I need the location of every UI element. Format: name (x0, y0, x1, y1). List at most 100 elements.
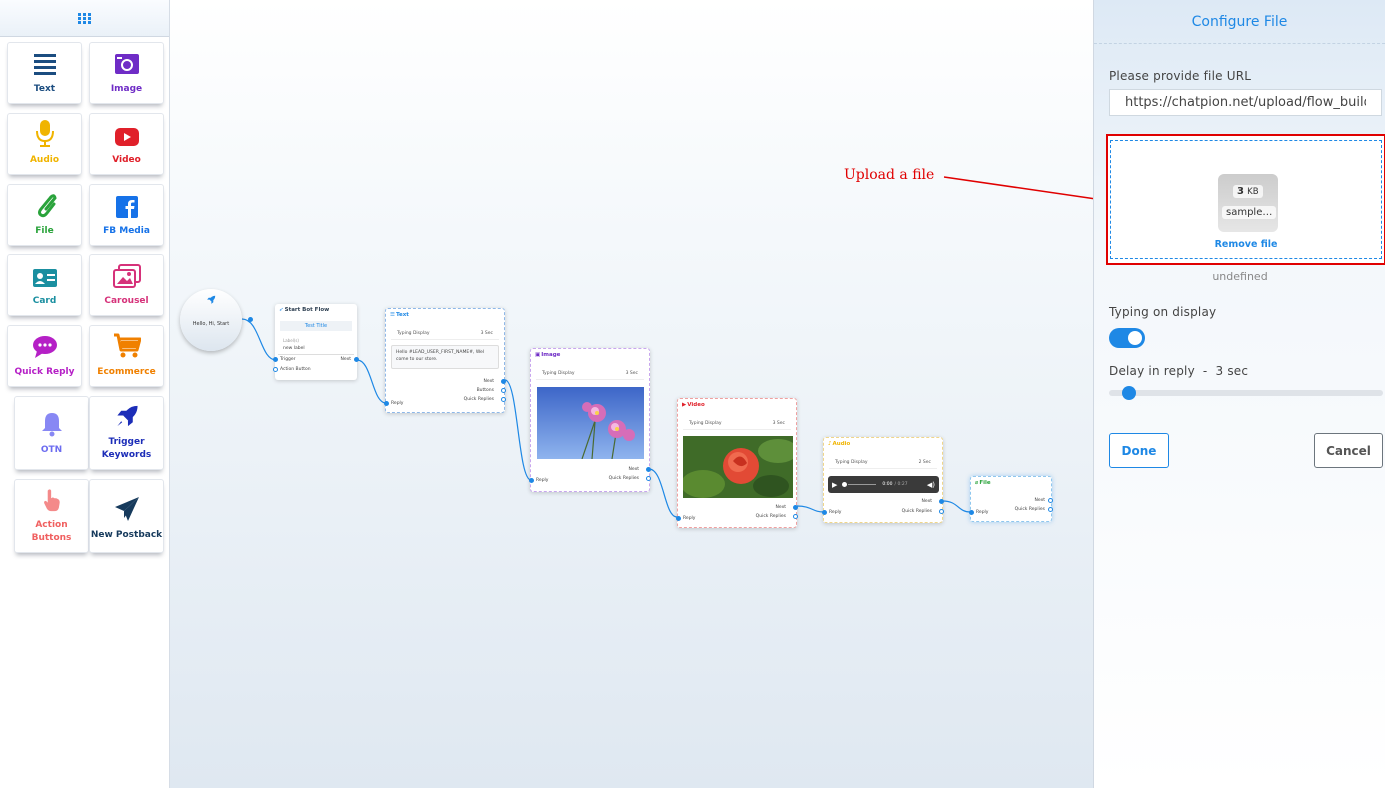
tool-card[interactable]: Card (7, 254, 82, 316)
file-url-input[interactable] (1109, 89, 1382, 116)
node-title: ☰ Text (390, 312, 409, 318)
tool-action-buttons[interactable]: Action Buttons (14, 479, 89, 553)
start-node-label: Hello, Hi, Start (192, 321, 230, 327)
node-title: ♪ Audio (828, 441, 851, 447)
reply-label: Reply (391, 401, 404, 406)
tool-text[interactable]: Text (7, 42, 82, 104)
tool-video[interactable]: Video (89, 113, 164, 175)
tool-label: FB Media (103, 226, 150, 236)
seek-knob[interactable] (842, 482, 848, 487)
tool-ecommerce[interactable]: Ecommerce (89, 325, 164, 387)
audio-node[interactable]: ♪ Audio Typing Display 2 Sec ▶ 0:00 / 0:27… (822, 437, 944, 523)
quick-replies-port[interactable] (646, 476, 651, 481)
file-upload-dropzone[interactable]: 3 KB sample… Remove file (1106, 134, 1385, 265)
id-card-icon (32, 269, 57, 287)
typing-display-row: Typing Display 3 Sec (391, 328, 499, 340)
sidebar-header[interactable] (0, 0, 169, 37)
text-node[interactable]: ☰ Text Typing Display 3 Sec Hello #LEAD_US… (384, 308, 506, 413)
tool-carousel[interactable]: Carousel (89, 254, 164, 316)
paperclip-icon (37, 194, 57, 218)
reply-port[interactable] (822, 510, 827, 515)
flow-canvas[interactable]: Hello, Hi, Start ➶ Start Bot Flow Test Ti… (170, 0, 1093, 788)
facebook-icon (115, 196, 138, 218)
quick-replies-port[interactable] (939, 509, 944, 514)
tool-file[interactable]: File (7, 184, 82, 246)
next-label: Next (1034, 498, 1045, 503)
image-node[interactable]: ▣ Image Typing Display 3 Sec Next Quick Re… (529, 348, 651, 492)
start-output-port[interactable] (248, 317, 253, 322)
tool-label: Image (110, 84, 143, 94)
reply-port[interactable] (676, 516, 681, 521)
tool-fb-media[interactable]: FB Media (89, 184, 164, 246)
typing-label: Typing on display (1109, 305, 1217, 319)
remove-file-link[interactable]: Remove file (1111, 239, 1381, 250)
node-title: ➶ Start Bot Flow (279, 307, 330, 313)
next-port[interactable] (939, 499, 944, 504)
start-bot-flow-node[interactable]: ➶ Start Bot Flow Test Title Label(s) new … (273, 304, 359, 380)
microphone-icon (35, 120, 54, 147)
next-port[interactable] (646, 467, 651, 472)
typing-toggle[interactable] (1109, 328, 1145, 348)
trigger-port[interactable] (273, 357, 278, 362)
reply-label: Reply (536, 478, 549, 483)
reply-port[interactable] (969, 510, 974, 515)
quick-replies-port[interactable] (501, 397, 506, 402)
reply-port[interactable] (529, 478, 534, 483)
buttons-port[interactable] (501, 388, 506, 393)
tool-image[interactable]: Image (89, 42, 164, 104)
quick-replies-label: Quick Replies (608, 476, 639, 481)
tool-label: Text (33, 84, 56, 94)
label-caption: Label(s) (283, 338, 299, 343)
camera-icon (114, 54, 139, 74)
next-label: Next (628, 467, 639, 472)
tool-otn[interactable]: OTN (14, 396, 89, 470)
next-port[interactable] (1048, 498, 1053, 503)
tool-quick-reply[interactable]: Quick Reply (7, 325, 82, 387)
text-lines-icon (33, 54, 56, 75)
tool-trigger-keywords[interactable]: Trigger Keywords (89, 396, 164, 470)
video-node[interactable]: ▶ Video Typing Display 3 Sec Next Quick Re… (676, 398, 798, 528)
current-time: 0:00 (882, 482, 893, 487)
flow-builder-app: Text Image Audio Video File FB Media Car… (0, 0, 1385, 788)
shopping-cart-icon (113, 333, 141, 358)
tool-label: Quick Reply (14, 367, 75, 377)
chat-bubble-icon (32, 336, 57, 358)
trigger-label: Trigger (280, 357, 296, 362)
play-icon[interactable]: ▶ (832, 481, 837, 489)
next-port[interactable] (354, 357, 359, 362)
start-node[interactable]: Hello, Hi, Start (180, 289, 253, 351)
quick-replies-port[interactable] (793, 514, 798, 519)
tool-label: Video (112, 155, 141, 165)
tool-label: New Postback (90, 530, 163, 540)
divider (278, 354, 354, 355)
file-size: 3 KB (1233, 185, 1263, 198)
tool-new-postback[interactable]: New Postback (89, 479, 164, 553)
test-title: Test Title (280, 321, 352, 331)
done-button[interactable]: Done (1109, 433, 1169, 468)
next-port[interactable] (793, 505, 798, 510)
cancel-button[interactable]: Cancel (1314, 433, 1383, 468)
tool-label: Action Buttons (31, 520, 72, 543)
volume-icon[interactable]: ◀) (927, 481, 935, 489)
typing-display-row: Typing Display 3 Sec (683, 418, 791, 430)
tool-label: Ecommerce (97, 367, 156, 377)
file-url-label: Please provide file URL (1109, 69, 1252, 83)
file-node[interactable]: ⌀ File Next Quick Replies Reply (969, 476, 1053, 522)
delay-slider-handle[interactable] (1122, 386, 1136, 400)
pointer-hand-icon (43, 489, 60, 512)
action-button-port[interactable] (273, 367, 278, 372)
next-port[interactable] (501, 379, 506, 384)
next-label: Next (483, 379, 494, 384)
reply-port[interactable] (384, 401, 389, 406)
delay-slider-track[interactable] (1109, 390, 1383, 396)
audio-player[interactable]: ▶ 0:00 / 0:27 ◀) (828, 476, 939, 493)
seek-bar[interactable] (848, 483, 877, 486)
quick-replies-port[interactable] (1048, 507, 1053, 512)
file-preview: 3 KB sample… (1218, 174, 1278, 232)
grid-icon[interactable] (78, 12, 91, 24)
tool-audio[interactable]: Audio (7, 113, 82, 175)
next-label: Next (775, 505, 786, 510)
rocket-icon (207, 295, 216, 304)
buttons-label: Buttons (476, 388, 494, 393)
node-title: ▶ Video (682, 402, 705, 408)
